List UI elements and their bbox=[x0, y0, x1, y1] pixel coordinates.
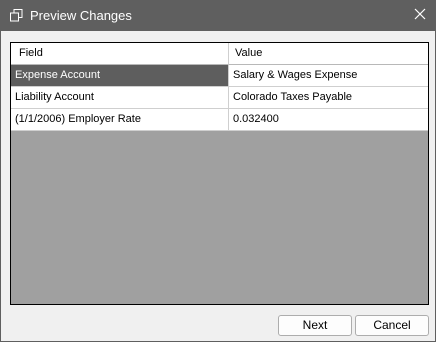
field-cell[interactable]: (1/1/2006) Employer Rate bbox=[11, 109, 229, 131]
next-button[interactable]: Next bbox=[278, 315, 352, 336]
preview-window-icon bbox=[10, 9, 23, 22]
table-row[interactable]: (1/1/2006) Employer Rate 0.032400 bbox=[11, 109, 428, 131]
field-cell[interactable]: Liability Account bbox=[11, 87, 229, 109]
close-button[interactable] bbox=[405, 1, 435, 31]
column-header-field[interactable]: Field bbox=[11, 43, 229, 65]
preview-changes-dialog: Preview Changes Field Value Expense Acco… bbox=[0, 0, 436, 342]
cancel-button[interactable]: Cancel bbox=[355, 315, 429, 336]
value-cell[interactable]: 0.032400 bbox=[229, 109, 428, 131]
window-title: Preview Changes bbox=[30, 8, 132, 23]
column-header-value[interactable]: Value bbox=[229, 43, 428, 65]
preview-grid[interactable]: Field Value Expense Account Salary & Wag… bbox=[10, 42, 429, 305]
table-row[interactable]: Expense Account Salary & Wages Expense bbox=[11, 65, 428, 87]
field-cell[interactable]: Expense Account bbox=[11, 65, 229, 87]
title-bar[interactable]: Preview Changes bbox=[1, 1, 435, 31]
value-cell[interactable]: Salary & Wages Expense bbox=[229, 65, 428, 87]
value-cell[interactable]: Colorado Taxes Payable bbox=[229, 87, 428, 109]
close-icon bbox=[414, 7, 426, 25]
grid-header-row: Field Value bbox=[11, 43, 428, 65]
table-row[interactable]: Liability Account Colorado Taxes Payable bbox=[11, 87, 428, 109]
